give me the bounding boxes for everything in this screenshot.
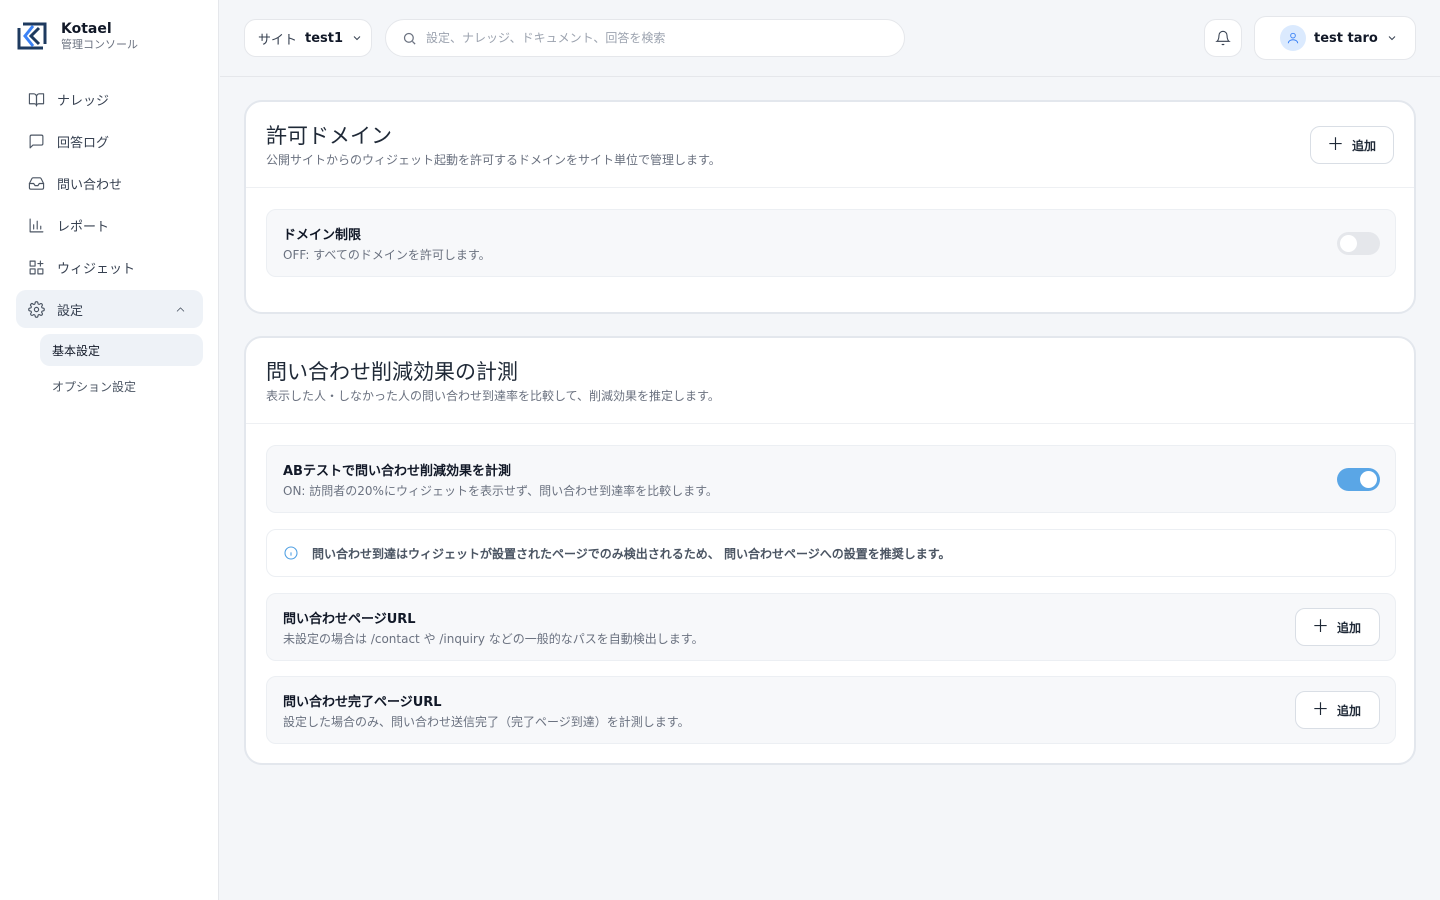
domain-restriction-row: ドメイン制限 OFF: すべてのドメインを許可します。 xyxy=(266,209,1396,277)
add-button-label: 追加 xyxy=(1337,620,1362,635)
info-text: 問い合わせ到達はウィジェットが設置されたページでのみ検出されるため、 問い合わせ… xyxy=(312,546,951,561)
toggle-knob xyxy=(1340,235,1357,252)
sidebar-item-label: 問い合わせ xyxy=(57,177,123,193)
chevron-down-icon xyxy=(1388,36,1396,41)
add-button-label: 追加 xyxy=(1352,138,1377,153)
search-input[interactable] xyxy=(426,31,866,45)
subnav-item-basic-settings[interactable]: 基本設定 xyxy=(40,334,203,366)
user-icon xyxy=(1287,32,1299,44)
sidebar-item-label: 設定 xyxy=(57,303,84,319)
info-notice: 問い合わせ到達はウィジェットが設置されたページでのみ検出されるため、 問い合わせ… xyxy=(266,529,1396,577)
brand[interactable]: Kotael 管理コンソール xyxy=(17,20,138,52)
add-button-label: 追加 xyxy=(1337,703,1362,718)
add-domain-button[interactable]: ＋ 追加 xyxy=(1310,126,1394,164)
sidebar-item-label: レポート xyxy=(57,219,110,235)
book-open-icon xyxy=(28,92,45,106)
sidebar-item-answer-log[interactable]: 回答ログ xyxy=(16,122,203,160)
add-complete-url-button[interactable]: ＋ 追加 xyxy=(1295,691,1380,729)
inquiry-reduction-card: 問い合わせ削減効果の計測 表示した人・しなかった人の問い合わせ到達率を比較して、… xyxy=(244,336,1416,765)
notifications-button[interactable] xyxy=(1204,19,1242,57)
sidebar-item-label: ウィジェット xyxy=(57,261,136,277)
sidebar-item-label: ナレッジ xyxy=(57,93,110,109)
sidebar-item-reports[interactable]: レポート xyxy=(16,206,203,244)
brand-name: Kotael xyxy=(61,21,112,37)
row-description: ON: 訪問者の20%にウィジェットを表示せず、問い合わせ到達率を比較します。 xyxy=(283,484,718,498)
plus-icon: ＋ xyxy=(1312,699,1329,720)
plus-icon: ＋ xyxy=(1312,616,1329,637)
row-description: OFF: すべてのドメインを許可します。 xyxy=(283,248,491,262)
toggle-knob xyxy=(1360,471,1377,488)
sidebar-nav: ナレッジ 回答ログ 問い合わせ レポート ウィジェット 設定 基本設定 オプショ… xyxy=(16,80,203,406)
row-title: ABテストで問い合わせ削減効果を計測 xyxy=(283,464,511,479)
card-description: 表示した人・しなかった人の問い合わせ到達率を比較して、削減効果を推定します。 xyxy=(266,389,720,403)
row-description: 未設定の場合は /contact や /inquiry などの一般的なパスを自動… xyxy=(283,632,704,646)
top-header: サイト test1 test taro xyxy=(220,0,1440,77)
user-name: test taro xyxy=(1314,30,1378,46)
site-selector[interactable]: サイト test1 xyxy=(244,19,372,57)
brand-subtitle: 管理コンソール xyxy=(61,38,138,51)
card-description: 公開サイトからのウィジェット起動を許可するドメインをサイト単位で管理します。 xyxy=(266,153,721,167)
sidebar-item-widget[interactable]: ウィジェット xyxy=(16,248,203,286)
card-header: 許可ドメイン 公開サイトからのウィジェット起動を許可するドメインをサイト単位で管… xyxy=(246,102,1414,188)
sidebar-item-settings[interactable]: 設定 xyxy=(16,290,203,328)
row-description: 設定した場合のみ、問い合わせ送信完了（完了ページ到達）を計測します。 xyxy=(283,715,690,729)
avatar xyxy=(1280,25,1306,51)
ab-test-toggle[interactable] xyxy=(1337,468,1380,491)
sidebar-item-label: 回答ログ xyxy=(57,135,110,151)
ab-test-row: ABテストで問い合わせ削減効果を計測 ON: 訪問者の20%にウィジェットを表示… xyxy=(266,445,1396,513)
sidebar-item-inquiries[interactable]: 問い合わせ xyxy=(16,164,203,202)
message-square-icon xyxy=(29,134,44,148)
bell-icon xyxy=(1215,30,1231,46)
bar-chart-icon xyxy=(29,218,44,232)
search-icon xyxy=(403,32,416,45)
add-contact-url-button[interactable]: ＋ 追加 xyxy=(1295,608,1380,646)
card-title: 許可ドメイン xyxy=(266,124,392,148)
site-selector-value: test1 xyxy=(305,30,344,46)
row-title: ドメイン制限 xyxy=(283,228,362,243)
plus-icon: ＋ xyxy=(1327,134,1344,155)
search-box[interactable] xyxy=(385,19,905,57)
site-selector-label: サイト xyxy=(258,32,298,48)
sidebar: Kotael 管理コンソール ナレッジ 回答ログ 問い合わせ レポート ウィジェ… xyxy=(0,0,219,900)
row-title: 問い合わせ完了ページURL xyxy=(283,695,442,710)
inbox-icon xyxy=(28,176,45,190)
allowed-domains-card: 許可ドメイン 公開サイトからのウィジェット起動を許可するドメインをサイト単位で管… xyxy=(244,100,1416,314)
chevron-down-icon xyxy=(353,36,361,41)
kotael-logo-icon xyxy=(17,22,49,50)
user-menu[interactable]: test taro xyxy=(1254,16,1416,60)
chevron-up-icon xyxy=(176,306,185,312)
gear-icon xyxy=(28,300,45,318)
card-title: 問い合わせ削減効果の計測 xyxy=(266,360,518,384)
subnav-item-option-settings[interactable]: オプション設定 xyxy=(40,370,203,402)
contact-page-url-row: 問い合わせページURL 未設定の場合は /contact や /inquiry … xyxy=(266,593,1396,661)
row-title: 問い合わせページURL xyxy=(283,612,416,627)
grid-plus-icon xyxy=(29,260,44,274)
complete-page-url-row: 問い合わせ完了ページURL 設定した場合のみ、問い合わせ送信完了（完了ページ到達… xyxy=(266,676,1396,744)
info-icon xyxy=(284,546,298,560)
settings-subnav: 基本設定 オプション設定 xyxy=(40,334,203,402)
domain-restriction-toggle[interactable] xyxy=(1337,232,1380,255)
sidebar-item-knowledge[interactable]: ナレッジ xyxy=(16,80,203,118)
card-header: 問い合わせ削減効果の計測 表示した人・しなかった人の問い合わせ到達率を比較して、… xyxy=(246,338,1414,424)
